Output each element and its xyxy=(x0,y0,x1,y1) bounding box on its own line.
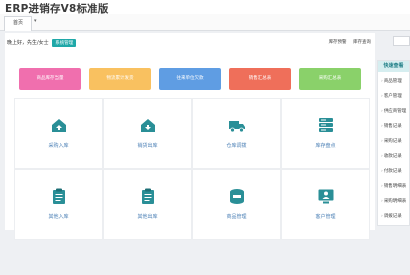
quick-item-customers[interactable]: 客户管理 xyxy=(381,93,402,99)
action-label: 仓库调拨 xyxy=(226,143,247,149)
tile-sales-summary[interactable]: 销售汇总表 xyxy=(229,68,291,90)
quick-item-products[interactable]: 商品管理 xyxy=(381,78,402,84)
tile-logistics[interactable]: 物流累计发货 xyxy=(89,68,151,90)
action-product-mgmt[interactable]: 商品管理 xyxy=(192,169,281,240)
tile-inventory[interactable]: 商品库存当量 xyxy=(19,68,81,90)
action-purchase-in[interactable]: 采购入库 xyxy=(14,98,103,169)
tile-receivables[interactable]: 往来单位欠款 xyxy=(159,68,221,90)
action-stock-count[interactable]: 库存盘点 xyxy=(281,98,370,169)
quick-item-transfers[interactable]: 调拨记录 xyxy=(381,213,402,219)
link-stock-query[interactable]: 库存查询 xyxy=(353,40,371,45)
action-label: 客户管理 xyxy=(315,214,336,220)
person-card-icon xyxy=(318,189,333,204)
greeting-text: 晚上好，先生/女士 xyxy=(7,40,49,46)
quick-view-title: 快速查看 xyxy=(378,61,409,72)
quick-view-panel: 快速查看 商品管理 客户管理 供应商管理 销售记录 采购记录 收款记录 付款记录… xyxy=(377,60,410,226)
house-upload-icon xyxy=(51,119,66,132)
quick-item-sales-records[interactable]: 销售记录 xyxy=(381,123,402,129)
quick-item-purchase-details[interactable]: 采购明细表 xyxy=(381,198,407,204)
util-links: 库存预警 库存查询 xyxy=(324,39,371,45)
link-stock-warning[interactable]: 库存预警 xyxy=(329,40,347,45)
action-label: 库存盘点 xyxy=(315,143,336,149)
quick-item-suppliers[interactable]: 供应商管理 xyxy=(381,108,407,114)
action-sales-out[interactable]: 销货出库 xyxy=(103,98,192,169)
quick-item-payments[interactable]: 付款记录 xyxy=(381,168,402,174)
action-warehouse-transfer[interactable]: 仓库调拨 xyxy=(192,98,281,169)
tab-home[interactable]: 首页 xyxy=(4,16,32,31)
clipboard-in-icon xyxy=(52,188,65,204)
action-label: 商品管理 xyxy=(226,214,247,220)
search-input[interactable] xyxy=(393,36,410,46)
role-badge[interactable]: 系统管理 xyxy=(52,39,77,47)
action-grid: 采购入库 销货出库 仓库调拨 库存盘点 其他入库 其他出库 商品管理 客户管理 xyxy=(14,98,370,250)
tab-dropdown-icon[interactable]: ▾ xyxy=(34,18,37,24)
action-label: 其他出库 xyxy=(137,214,158,220)
quick-item-purchase-records[interactable]: 采购记录 xyxy=(381,138,402,144)
house-download-icon xyxy=(140,119,155,132)
action-customer-mgmt[interactable]: 客户管理 xyxy=(281,169,370,240)
box-stack-icon xyxy=(229,189,244,204)
action-other-out[interactable]: 其他出库 xyxy=(103,169,192,240)
action-label: 销货出库 xyxy=(137,143,158,149)
server-stack-icon xyxy=(318,118,333,132)
tab-bar: 首页 ▾ xyxy=(0,14,410,31)
truck-icon xyxy=(228,121,245,133)
clipboard-out-icon xyxy=(141,188,154,204)
main-content: 晚上好，先生/女士 系统管理 库存预警 库存查询 商品库存当量 物流累计发货 往… xyxy=(5,33,375,240)
summary-tiles: 商品库存当量 物流累计发货 往来单位欠款 销售汇总表 采购汇总表 xyxy=(19,68,361,90)
quick-item-receipts[interactable]: 收款记录 xyxy=(381,153,402,159)
greeting: 晚上好，先生/女士 系统管理 xyxy=(7,39,77,47)
quick-item-sales-details[interactable]: 销售明细表 xyxy=(381,183,407,189)
action-label: 采购入库 xyxy=(48,143,69,149)
tile-purchase-summary[interactable]: 采购汇总表 xyxy=(299,68,361,90)
action-label: 其他入库 xyxy=(48,214,69,220)
action-other-in[interactable]: 其他入库 xyxy=(14,169,103,240)
